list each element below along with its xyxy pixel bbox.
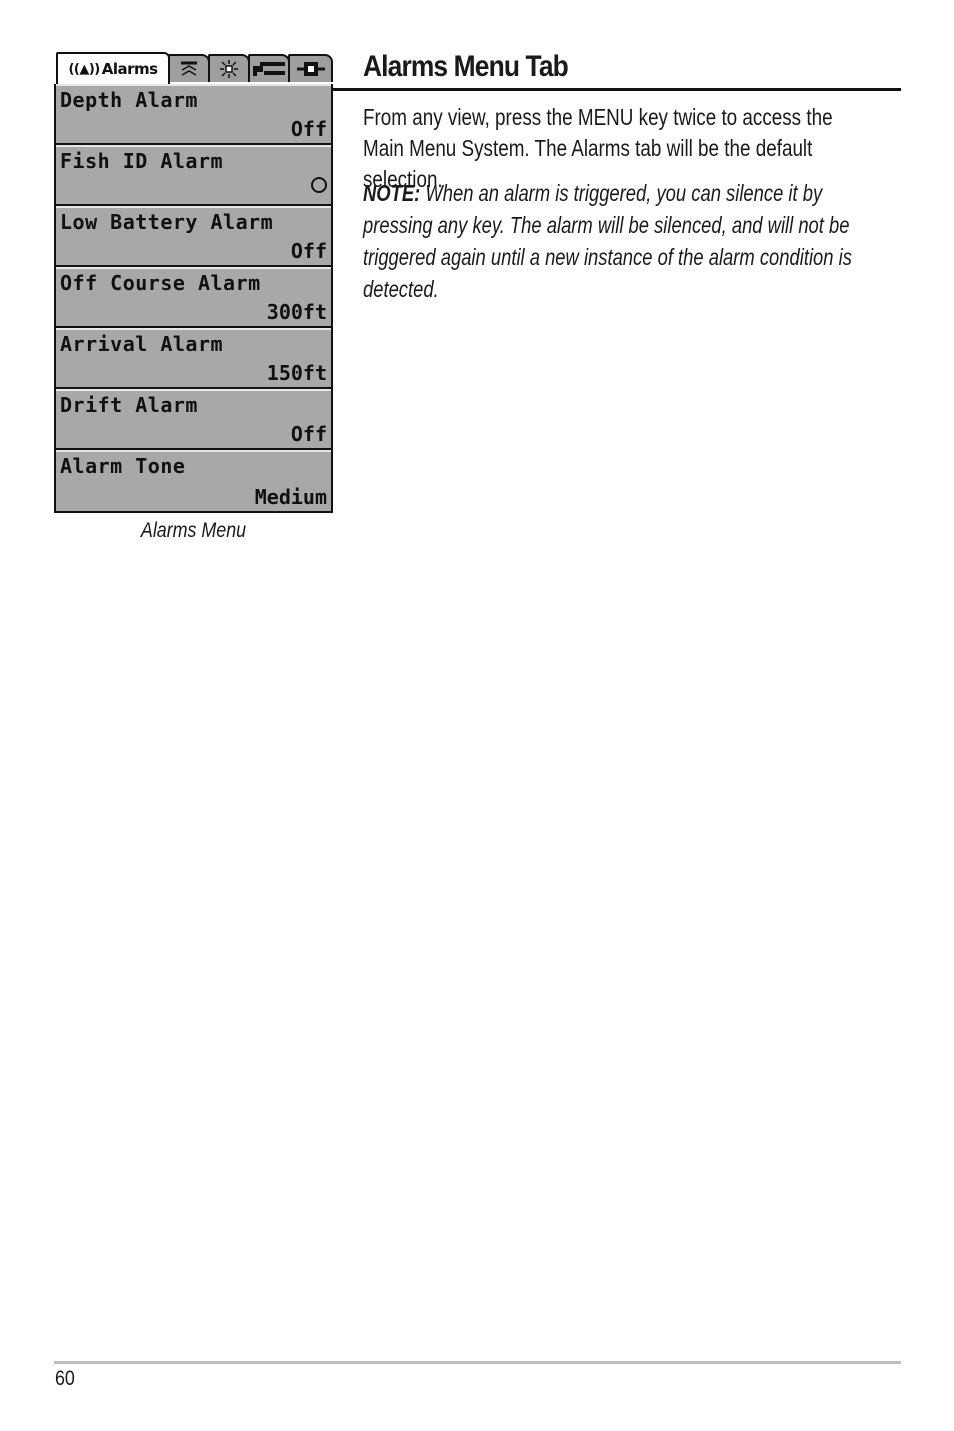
title-divider [333, 88, 901, 91]
menu-items-list: Depth Alarm Off Fish ID Alarm Low Batter… [54, 84, 333, 513]
tab-brightness[interactable] [208, 54, 250, 82]
item-value: Off [290, 239, 327, 263]
item-label: Off Course Alarm [60, 271, 261, 295]
menu-item-off-course-alarm[interactable]: Off Course Alarm 300ft [56, 267, 331, 328]
menu-item-depth-alarm[interactable]: Depth Alarm Off [56, 84, 331, 145]
note-text: When an alarm is triggered, you can sile… [363, 180, 852, 302]
tab-setup[interactable] [248, 54, 290, 82]
item-value: 300ft [266, 300, 327, 324]
page-number: 60 [55, 1367, 75, 1390]
menu-item-drift-alarm[interactable]: Drift Alarm Off [56, 389, 331, 450]
tab-alarms-label: Alarms [101, 60, 158, 78]
note-paragraph: NOTE: When an alarm is triggered, you ca… [363, 177, 875, 305]
item-label: Alarm Tone [60, 454, 186, 478]
sonar-icon [181, 61, 197, 76]
bell-icon: ((▲)) [68, 61, 100, 77]
item-label: Drift Alarm [60, 393, 198, 417]
item-label: Low Battery Alarm [60, 210, 274, 234]
tab-sonar[interactable] [168, 54, 210, 82]
item-label: Fish ID Alarm [60, 149, 224, 173]
item-value: 150ft [266, 361, 327, 385]
section-title: Alarms Menu Tab [363, 50, 569, 83]
tab-alarms[interactable]: ((▲)) Alarms [56, 52, 170, 84]
menu-tabs: ((▲)) Alarms [54, 52, 333, 84]
footer-divider [54, 1361, 901, 1364]
alarms-menu-screenshot: ((▲)) Alarms Depth Alarm Off Fish ID Ala… [54, 52, 333, 513]
item-value [311, 177, 327, 202]
item-label: Arrival Alarm [60, 332, 224, 356]
menu-item-fish-id-alarm[interactable]: Fish ID Alarm [56, 145, 331, 206]
setup-wrench-icon [253, 62, 285, 76]
item-label: Depth Alarm [60, 88, 198, 112]
item-value: Medium [254, 485, 327, 509]
item-value: Off [290, 422, 327, 446]
menu-item-alarm-tone[interactable]: Alarm Tone Medium [56, 450, 331, 511]
radio-off-icon[interactable] [311, 177, 327, 193]
figure-caption: Alarms Menu [140, 519, 247, 542]
tab-accessories[interactable] [288, 54, 333, 82]
accessories-icon [296, 62, 325, 76]
note-label: NOTE: [363, 180, 421, 206]
item-value: Off [290, 117, 327, 141]
brightness-icon [220, 60, 238, 78]
menu-item-arrival-alarm[interactable]: Arrival Alarm 150ft [56, 328, 331, 389]
menu-item-low-battery-alarm[interactable]: Low Battery Alarm Off [56, 206, 331, 267]
